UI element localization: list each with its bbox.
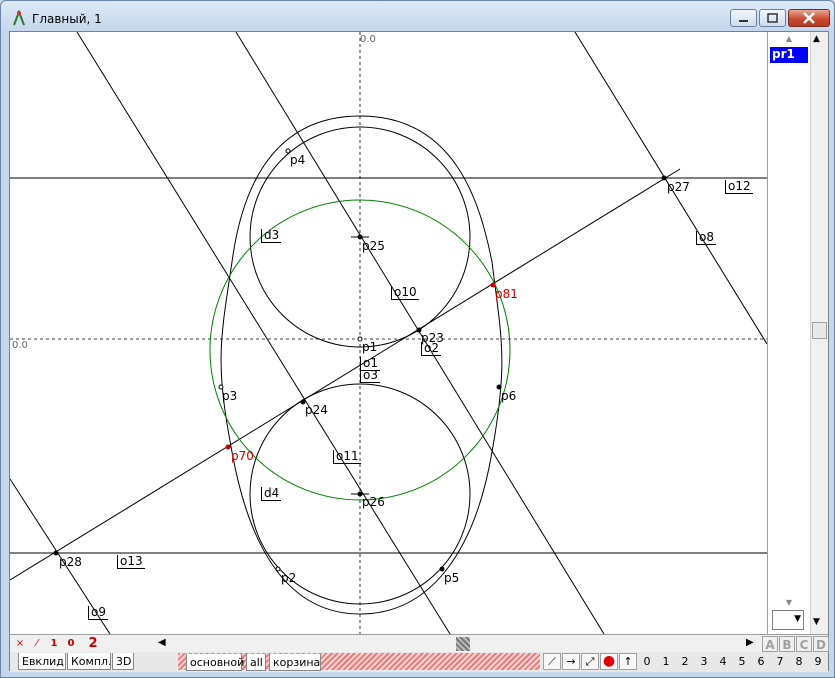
compass-icon	[13, 10, 25, 26]
line-mode-button[interactable]: ⁄	[29, 636, 45, 652]
label-p28: p28	[59, 555, 82, 569]
tab-kompl[interactable]: Компл.	[67, 653, 112, 670]
clear-button[interactable]: ×	[12, 636, 28, 652]
line-o10	[235, 32, 605, 634]
label-o9: o9	[88, 606, 108, 620]
label-d4: d4	[261, 487, 282, 501]
mode-toolbar: × ⁄ 1 0 2 ◀ ▶ A B C D	[10, 634, 829, 653]
layer-tabs: основной all корзина	[178, 653, 540, 671]
axis-top-label: 0.0	[360, 34, 376, 45]
view-a-button[interactable]: A	[762, 636, 778, 652]
title-bar[interactable]: Главный, 1	[1, 1, 834, 33]
label-p1: p1	[362, 340, 378, 354]
label-o3: o3	[360, 369, 380, 383]
main-window: Главный, 1 0.0 0.0 p4 p25 p1 p23 p24 p26…	[0, 0, 835, 678]
vertical-scrollbar[interactable]: ▲ ▼	[810, 32, 828, 634]
scroll-right-icon[interactable]: ▶	[746, 637, 754, 648]
view-c-button[interactable]: C	[796, 636, 812, 652]
label-o2: o2	[421, 342, 441, 356]
layer-combo[interactable]: ▼	[772, 610, 804, 630]
close-button[interactable]	[788, 9, 830, 27]
mode-0-button[interactable]: 0	[63, 636, 79, 652]
digit-0[interactable]: 0	[641, 655, 653, 668]
tab-evklid[interactable]: Евклид	[18, 653, 66, 670]
digit-9[interactable]: 9	[812, 655, 824, 668]
mode-1-button[interactable]: 1	[46, 636, 62, 652]
label-p27: p27	[667, 180, 690, 194]
label-p81: p81	[495, 287, 518, 301]
tabs-row: Евклид Компл. 3D основной all корзина ⟋ …	[10, 652, 828, 672]
digit-4[interactable]: 4	[717, 655, 729, 668]
point-p28[interactable]	[53, 550, 59, 556]
tab-all[interactable]: all	[246, 654, 266, 671]
client-area: 0.0 0.0 p4 p25 p1 p23 p24 p26 p3 p6 p2 p…	[9, 31, 829, 672]
label-p26: p26	[362, 495, 385, 509]
tab-korzina[interactable]: корзина	[269, 654, 321, 671]
list-up-arrow-icon[interactable]: ▲	[770, 34, 808, 44]
arrow-right-icon[interactable]: →	[562, 653, 580, 670]
line-o1	[10, 168, 681, 581]
arrow-up-icon[interactable]: ↑	[619, 653, 637, 670]
digit-2[interactable]: 2	[679, 655, 691, 668]
list-down-arrow-icon[interactable]: ▼	[770, 598, 808, 608]
scroll-thumb[interactable]	[812, 322, 827, 339]
label-p4: p4	[290, 153, 306, 167]
label-p3: p3	[222, 389, 238, 403]
line-o11	[76, 32, 451, 634]
digit-1[interactable]: 1	[660, 655, 672, 668]
chevron-down-icon: ▼	[794, 614, 801, 624]
object-list-panel: ▲ pr1 ▼ ▼ ▲ ▼	[767, 32, 828, 634]
point-p2[interactable]	[275, 566, 281, 572]
digit-5[interactable]: 5	[736, 655, 748, 668]
label-o11: o11	[333, 450, 361, 464]
mode-2-button[interactable]: 2	[82, 636, 104, 652]
digit-6[interactable]: 6	[755, 655, 767, 668]
drawing-canvas[interactable]: 0.0 0.0 p4 p25 p1 p23 p24 p26 p3 p6 p2 p…	[10, 32, 767, 634]
geometry-drawing	[10, 32, 767, 634]
view-b-button[interactable]: B	[779, 636, 795, 652]
segment-icon[interactable]: ⟋	[543, 653, 561, 670]
scroll-down-icon[interactable]: ▼	[813, 617, 820, 627]
label-o10: o10	[391, 286, 419, 300]
minimize-icon	[739, 20, 748, 22]
window-title: Главный, 1	[32, 12, 102, 26]
scroll-left-icon[interactable]: ◀	[158, 637, 166, 648]
scroll-up-icon[interactable]: ▲	[813, 34, 820, 44]
digit-8[interactable]: 8	[793, 655, 805, 668]
tab-osnovnoy[interactable]: основной	[186, 654, 244, 671]
label-o8: o8	[696, 231, 716, 245]
digit-7[interactable]: 7	[774, 655, 786, 668]
label-p70: p70	[231, 449, 254, 463]
horizontal-scrollbar[interactable]: ◀ ▶	[156, 636, 761, 652]
maximize-icon	[767, 13, 778, 23]
close-icon	[803, 12, 815, 24]
tab-3d[interactable]: 3D	[112, 653, 134, 670]
resize-icon[interactable]: ⤢	[581, 653, 599, 670]
label-p24: p24	[305, 403, 328, 417]
list-item-pr1[interactable]: pr1	[770, 47, 808, 63]
label-p5: p5	[444, 571, 460, 585]
maximize-button[interactable]	[759, 9, 786, 27]
view-d-button[interactable]: D	[813, 636, 829, 652]
minimize-button[interactable]	[730, 9, 757, 27]
label-p2: p2	[281, 571, 297, 585]
label-p25: p25	[362, 239, 385, 253]
label-o13: o13	[117, 555, 145, 569]
axis-left-label: 0.0	[12, 340, 28, 351]
red-dot-icon[interactable]: ●	[600, 653, 618, 670]
point-p70[interactable]	[225, 444, 231, 450]
hscroll-thumb[interactable]	[456, 637, 470, 651]
point-p27[interactable]	[661, 175, 667, 181]
label-o12: o12	[725, 180, 753, 194]
digit-3[interactable]: 3	[698, 655, 710, 668]
label-d3: d3	[261, 229, 282, 243]
label-p6: p6	[501, 389, 517, 403]
